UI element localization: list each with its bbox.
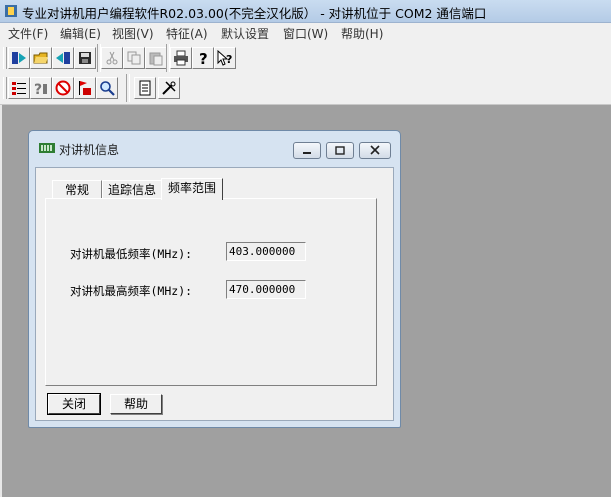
toolbar-row-1: ? ?	[0, 44, 244, 72]
minimize-icon	[303, 152, 311, 154]
search-button[interactable]	[96, 77, 118, 99]
tab-label: 追踪信息	[107, 183, 156, 197]
toolbar-row-2: ?	[0, 74, 190, 102]
toolbar-area: ? ? ?	[0, 42, 611, 105]
restore-icon	[335, 146, 345, 155]
help-icon: ?	[199, 50, 208, 66]
app-icon	[5, 5, 17, 17]
no-entry-button[interactable]	[52, 77, 74, 99]
frequency-range-panel: 对讲机最低频率(MHz): 403.000000 对讲机最高频率(MHz): 4…	[45, 198, 377, 386]
menu-feature[interactable]: 特征(A)	[166, 25, 208, 42]
menu-defaults[interactable]: 默认设置	[221, 25, 269, 42]
tab-general[interactable]: 常规	[52, 180, 102, 199]
copy-button[interactable]	[123, 47, 145, 69]
close-button[interactable]: 关闭	[47, 393, 101, 415]
tab-label: 频率范围	[167, 181, 216, 195]
toolbar-grip[interactable]	[3, 77, 7, 99]
svg-text:?: ?	[226, 53, 232, 66]
menu-view[interactable]: 视图(V)	[112, 25, 154, 42]
svg-text:?: ?	[34, 82, 42, 96]
paste-icon	[149, 52, 163, 66]
context-help-button[interactable]: ?	[214, 47, 236, 69]
write-radio-button[interactable]	[52, 47, 74, 69]
cut-icon	[106, 51, 118, 65]
tab-tracking-info[interactable]: 追踪信息	[102, 180, 162, 199]
flag-radio-button[interactable]	[74, 77, 96, 99]
tab-label: 常规	[64, 183, 89, 197]
window-title: 对讲机信息	[59, 143, 120, 157]
flag-radio-icon	[79, 81, 91, 95]
write-radio-icon	[56, 52, 70, 64]
cut-button[interactable]	[101, 47, 123, 69]
app-title-bar[interactable]: 专业对讲机用户编程软件R02.03.00(不完全汉化版） - 对讲机位于 COM…	[0, 0, 611, 23]
min-frequency-label: 对讲机最低频率(MHz):	[70, 247, 193, 261]
channel-list-button[interactable]	[8, 77, 30, 99]
print-button[interactable]	[170, 47, 192, 69]
no-entry-icon	[55, 80, 71, 96]
context-help-icon: ?	[217, 50, 232, 66]
min-frequency-field[interactable]: 403.000000	[226, 242, 306, 261]
copy-icon	[127, 51, 141, 65]
question-config-button[interactable]: ?	[30, 77, 52, 99]
menu-help[interactable]: 帮助(H)	[341, 25, 383, 42]
restore-button[interactable]	[326, 142, 354, 159]
open-file-button[interactable]	[30, 47, 52, 69]
close-window-button[interactable]	[359, 142, 391, 159]
radio-info-title-bar[interactable]: 对讲机信息	[29, 131, 400, 167]
tools-button[interactable]	[158, 77, 180, 99]
save-button[interactable]	[74, 47, 96, 69]
tab-frequency-range[interactable]: 频率范围	[161, 178, 223, 200]
print-icon	[174, 50, 188, 66]
mdi-edge	[0, 105, 2, 497]
question-config-icon: ?	[34, 82, 47, 96]
radio-info-window[interactable]: 对讲机信息 常规 追踪信息 频率范围 对讲机最低频率(MHz): 403.000…	[28, 130, 401, 428]
min-frequency-value: 403.000000	[229, 245, 296, 258]
search-icon	[100, 81, 115, 96]
help-dialog-button[interactable]: 帮助	[110, 394, 162, 414]
document-icon	[139, 80, 151, 96]
window-client: 常规 追踪信息 频率范围 对讲机最低频率(MHz): 403.000000 对讲…	[35, 167, 394, 421]
window-icon	[39, 143, 55, 153]
menu-edit[interactable]: 编辑(E)	[60, 25, 101, 42]
toolbar-grip[interactable]	[3, 47, 7, 69]
save-icon	[79, 52, 91, 64]
paste-button[interactable]	[145, 47, 167, 69]
open-file-icon	[33, 52, 48, 64]
read-radio-icon	[12, 52, 26, 64]
svg-text:?: ?	[199, 50, 208, 66]
help-button[interactable]: ?	[192, 47, 214, 69]
app-title: 专业对讲机用户编程软件R02.03.00(不完全汉化版） - 对讲机位于 COM…	[22, 6, 487, 21]
menu-window[interactable]: 窗口(W)	[283, 25, 328, 42]
tools-icon	[162, 81, 176, 95]
toolbar-separator	[126, 74, 130, 102]
menu-bar: 文件(F) 编辑(E) 视图(V) 特征(A) 默认设置 窗口(W) 帮助(H)	[0, 23, 611, 42]
document-button[interactable]	[134, 77, 156, 99]
max-frequency-label: 对讲机最高频率(MHz):	[70, 284, 193, 298]
channel-list-icon	[12, 82, 26, 95]
menu-file[interactable]: 文件(F)	[8, 25, 48, 42]
max-frequency-value: 470.000000	[229, 283, 296, 296]
max-frequency-field[interactable]: 470.000000	[226, 280, 306, 299]
close-icon	[370, 145, 380, 155]
read-radio-button[interactable]	[8, 47, 30, 69]
minimize-button[interactable]	[293, 142, 321, 159]
